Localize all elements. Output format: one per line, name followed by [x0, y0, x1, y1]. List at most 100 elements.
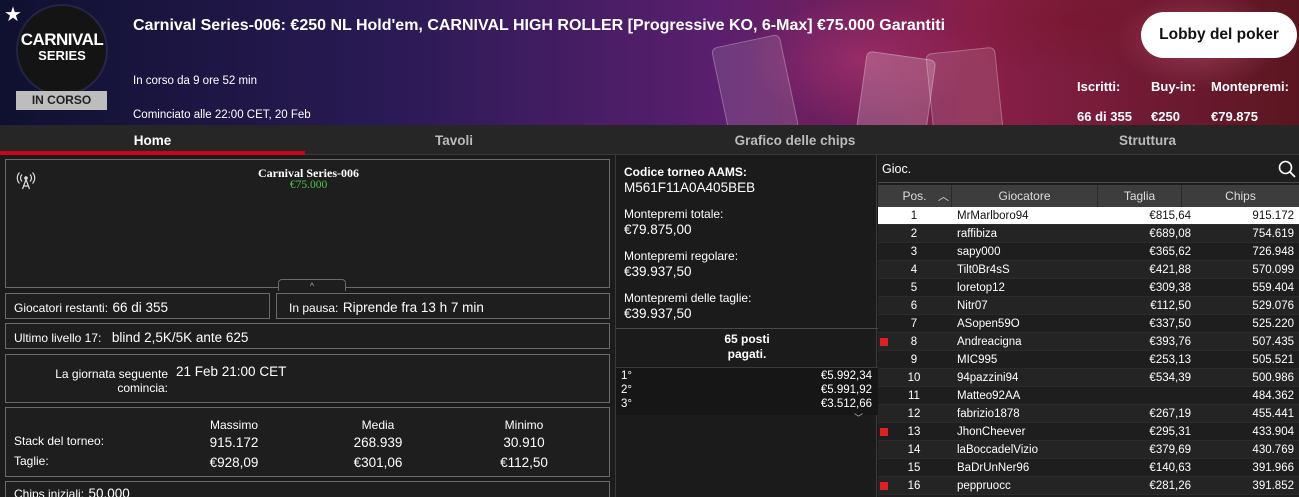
- player-chips: 500.986: [1252, 372, 1294, 384]
- player-chips: 915.172: [1252, 210, 1294, 222]
- payout-row: 1° €5.992,34: [616, 370, 878, 384]
- player-chips: 455.441: [1252, 408, 1294, 420]
- pause-box: In pausa: Riprende fra 13 h 7 min: [276, 293, 610, 319]
- favorite-star-icon[interactable]: ★: [4, 2, 22, 27]
- table-row[interactable]: 2 raffibiza €689,08 754.619: [878, 225, 1299, 243]
- table-row[interactable]: 14 laBoccadelVizio €379,69 430.769: [878, 441, 1299, 459]
- playing-card-decoration: [853, 50, 937, 125]
- bounty-min-value: €112,50: [500, 455, 548, 470]
- payout-amount: €5.992,34: [820, 370, 872, 382]
- registered-value: 66 di 355: [1077, 109, 1132, 124]
- column-header-chips[interactable]: Chips: [1182, 185, 1299, 207]
- player-position: 2: [910, 228, 918, 240]
- starting-chips-label: Chips iniziali:: [14, 487, 85, 497]
- player-position: 10: [907, 372, 921, 384]
- bounty-max-value: €928,09: [209, 455, 259, 470]
- stack-header-max: Massimo: [209, 418, 258, 432]
- pause-label: In pausa:: [289, 301, 339, 315]
- table-row[interactable]: 12 fabrizio1878 €267,19 455.441: [878, 405, 1299, 423]
- leaderboard-rows: 1 MrMarlboro94 €815,64 915.172 2 raffibiza €68…: [878, 207, 1299, 495]
- player-position: 5: [910, 282, 918, 294]
- table-row[interactable]: 3 sapy000 €365,62 726.948: [878, 243, 1299, 261]
- table-row[interactable]: 13 JhonCheever €295,31 433.904: [878, 423, 1299, 441]
- payout-position: 3°: [621, 398, 632, 410]
- table-row[interactable]: 8 Andreacigna €393,76 507.435: [878, 333, 1299, 351]
- starting-chips-value: 50.000: [88, 486, 130, 497]
- tab-structure[interactable]: Struttura: [1000, 125, 1295, 155]
- aams-code-label: Codice torneo AAMS:: [624, 165, 747, 179]
- playing-card-decoration: [710, 33, 800, 125]
- table-row[interactable]: 9 MIC995 €253,13 505.521: [878, 351, 1299, 369]
- column-header-bounty[interactable]: Taglia: [1098, 185, 1182, 207]
- payout-list[interactable]: 1° €5.992,34 2° €5.991,92 3° €3.512,66: [616, 367, 878, 415]
- players-remaining-value: 66 di 355: [112, 300, 169, 315]
- players-remaining-box: Giocatori restanti: 66 di 355: [5, 293, 270, 319]
- player-chips: 505.521: [1252, 354, 1294, 366]
- table-row[interactable]: 1 MrMarlboro94 €815,64 915.172: [878, 207, 1299, 225]
- search-icon[interactable]: [1278, 160, 1296, 178]
- player-position: 16: [907, 480, 921, 492]
- player-name: JhonCheever: [957, 426, 1026, 438]
- bounty-prize-value: €39.937,50: [624, 306, 692, 321]
- next-day-label-2: comincia:: [117, 381, 168, 395]
- player-name: MIC995: [957, 354, 998, 366]
- player-chips: 391.966: [1252, 462, 1294, 474]
- player-name: MrMarlboro94: [957, 210, 1029, 222]
- next-day-value: 21 Feb 21:00 CET: [176, 364, 287, 379]
- running-time: In corso da 9 ore 52 min: [133, 75, 258, 87]
- player-search-input[interactable]: [882, 159, 1262, 179]
- player-chips: 391.852: [1252, 480, 1294, 492]
- next-day-label-1: La giornata seguente: [55, 367, 168, 381]
- player-chips: 754.619: [1252, 228, 1294, 240]
- logo-text-line2: SERIES: [38, 47, 86, 63]
- stack-min-value: 30.910: [503, 435, 545, 450]
- next-day-box: La giornata seguente comincia: 21 Feb 21…: [5, 354, 610, 403]
- tab-chip-graph[interactable]: Grafico delle chips: [650, 125, 940, 155]
- stack-max-value: 915.172: [209, 435, 259, 450]
- last-level-value: blind 2,5K/5K ante 625: [111, 330, 249, 345]
- player-chips: 484.362: [1252, 390, 1294, 402]
- player-position: 7: [910, 318, 918, 330]
- player-chips: 525.220: [1252, 318, 1294, 330]
- player-chips: 726.948: [1252, 246, 1294, 258]
- payout-amount: €5.991,92: [820, 384, 872, 396]
- player-name: Tilt0Br4sS: [957, 264, 1010, 276]
- table-row[interactable]: 11 Matteo92AA 484.362: [878, 387, 1299, 405]
- player-position: 15: [907, 462, 921, 474]
- paid-places-line2: pagati.: [727, 347, 767, 361]
- tab-tables[interactable]: Tavoli: [305, 125, 603, 155]
- payout-position: 2°: [621, 384, 632, 396]
- player-position: 14: [907, 444, 921, 456]
- table-row[interactable]: 5 loretop12 €309,38 559.404: [878, 279, 1299, 297]
- starting-chips-box: Chips iniziali: 50.000: [5, 481, 610, 497]
- chevron-down-icon[interactable]: ﹀: [854, 411, 863, 424]
- stack-avg-value: 268.939: [353, 435, 403, 450]
- playing-card-decoration: [925, 46, 1005, 125]
- paid-places-line1: 65 posti: [724, 332, 770, 346]
- stack-label: Stack del torneo:: [14, 434, 105, 448]
- poker-lobby-button[interactable]: Lobby del poker: [1141, 12, 1297, 58]
- table-row[interactable]: 10 94pazzini94 €534,39 500.986: [878, 369, 1299, 387]
- player-name: Matteo92AA: [957, 390, 1021, 402]
- regular-prize-value: €39.937,50: [624, 264, 692, 279]
- player-name: ASopen59O: [957, 318, 1020, 330]
- table-row[interactable]: 4 Tilt0Br4sS €421,88 570.099: [878, 261, 1299, 279]
- sort-ascending-icon[interactable]: ︿: [938, 188, 949, 204]
- registered-label: Iscritti:: [1077, 79, 1121, 94]
- table-row[interactable]: 7 ASopen59O €337,50 525.220: [878, 315, 1299, 333]
- table-row[interactable]: 16 peppruocc €281,26 391.852: [878, 477, 1299, 495]
- table-row[interactable]: 6 Nitr07 €112,50 529.076: [878, 297, 1299, 315]
- column-header-player[interactable]: Giocatore: [952, 185, 1098, 207]
- stack-header-min: Minimo: [504, 418, 544, 432]
- total-prize-label: Montepremi totale:: [624, 207, 724, 221]
- carnival-series-logo: CARNIVAL SERIES: [18, 6, 106, 94]
- last-level-box: Ultimo livello 17: blind 2,5K/5K ante 62…: [5, 323, 610, 349]
- player-name: BaDrUnNer96: [957, 462, 1030, 474]
- player-position: 3: [910, 246, 918, 258]
- paid-places: 65 posti pagati.: [616, 332, 878, 362]
- table-row[interactable]: 15 BaDrUnNer96 €140,63 391.966: [878, 459, 1299, 477]
- player-name: loretop12: [957, 282, 1005, 294]
- collapse-toggle[interactable]: ^: [278, 279, 346, 291]
- player-name: laBoccadelVizio: [957, 444, 1038, 456]
- total-prize-value: €79.875,00: [624, 222, 692, 237]
